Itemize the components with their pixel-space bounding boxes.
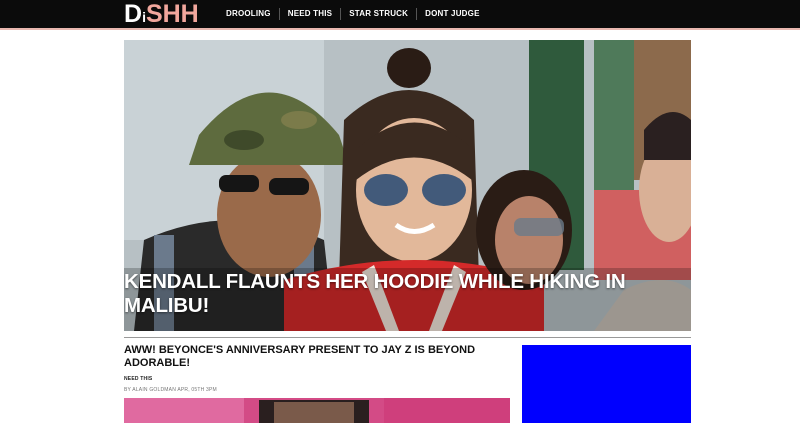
section-divider [124,337,691,338]
article-card: AWW! BEYONCE'S ANNIVERSARY PRESENT TO JA… [124,344,514,393]
article-headline[interactable]: AWW! BEYONCE'S ANNIVERSARY PRESENT TO JA… [124,344,514,370]
article-thumbnail-image [124,398,510,423]
top-navigation-bar: D i SHH DROOLING NEED THIS STAR STRUCK D… [0,0,800,30]
nav-item-drooling[interactable]: DROOLING [218,8,279,20]
main-nav: DROOLING NEED THIS STAR STRUCK DONT JUDG… [218,0,488,28]
hero-feature[interactable]: KENDALL FLAUNTS HER HOODIE WHILE HIKING … [124,40,691,331]
advertisement-block[interactable] [522,345,691,423]
nav-item-need-this[interactable]: NEED THIS [278,8,340,20]
logo-shh: SHH [145,0,199,28]
nav-item-star-struck[interactable]: STAR STRUCK [340,8,416,20]
article-category[interactable]: NEED THIS [124,376,514,382]
nav-item-dont-judge[interactable]: DONT JUDGE [416,8,487,20]
article-byline: BY ALAIN GOLDMAN APR, 05TH 3PM [124,387,217,393]
logo-letter-d: D [124,0,143,28]
site-logo[interactable]: D i SHH [124,1,199,27]
hero-headline[interactable]: KENDALL FLAUNTS HER HOODIE WHILE HIKING … [124,270,684,318]
article-thumbnail[interactable] [124,398,510,423]
